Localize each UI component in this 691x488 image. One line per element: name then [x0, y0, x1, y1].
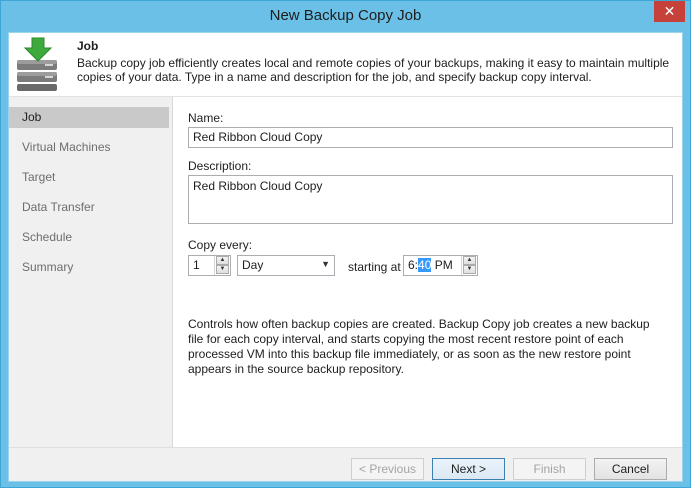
- wizard-footer: < Previous Next > Finish Cancel: [9, 447, 682, 481]
- nav-item-virtual-machines[interactable]: Virtual Machines: [9, 137, 169, 158]
- name-field[interactable]: Red Ribbon Cloud Copy: [188, 127, 673, 148]
- close-icon: ✕: [663, 3, 676, 19]
- header-description: Backup copy job efficiently creates loca…: [77, 56, 670, 84]
- interval-up-button[interactable]: ▲: [216, 256, 229, 265]
- previous-button[interactable]: < Previous: [351, 458, 424, 480]
- time-spinner: ▲ ▼: [461, 256, 477, 275]
- window-title: New Backup Copy Job: [269, 7, 422, 24]
- description-field[interactable]: Red Ribbon Cloud Copy: [188, 175, 673, 224]
- interval-down-button[interactable]: ▼: [216, 265, 229, 274]
- header-title: Job: [77, 39, 99, 53]
- time-hour: 6:: [408, 258, 419, 272]
- nav-item-data-transfer[interactable]: Data Transfer: [9, 197, 169, 218]
- finish-button[interactable]: Finish: [513, 458, 586, 480]
- copy-every-label: Copy every:: [188, 238, 253, 252]
- chevron-down-icon: ▼: [321, 259, 330, 269]
- interval-value: 1: [193, 258, 200, 272]
- close-button[interactable]: ✕: [654, 1, 685, 22]
- wizard-client-area: Job Backup copy job efficiently creates …: [8, 32, 683, 482]
- wizard-steps-nav: Job Virtual Machines Target Data Transfe…: [9, 97, 172, 447]
- time-down-button[interactable]: ▼: [463, 265, 476, 274]
- name-label: Name:: [188, 111, 224, 125]
- next-button[interactable]: Next >: [432, 458, 505, 480]
- interval-unit-value: Day: [242, 258, 264, 272]
- nav-item-summary[interactable]: Summary: [9, 257, 169, 278]
- server-download-icon: [17, 37, 57, 91]
- copy-interval-help-text: Controls how often backup copies are cre…: [188, 317, 650, 376]
- time-ampm: PM: [431, 258, 453, 272]
- time-up-button[interactable]: ▲: [463, 256, 476, 265]
- nav-item-target[interactable]: Target: [9, 167, 169, 188]
- title-bar[interactable]: New Backup Copy Job ✕: [1, 1, 690, 31]
- nav-item-job[interactable]: Job: [9, 107, 169, 128]
- interval-stepper[interactable]: 1 ▲ ▼: [188, 255, 231, 276]
- cancel-button[interactable]: Cancel: [594, 458, 667, 480]
- wizard-header: Job Backup copy job efficiently creates …: [9, 33, 682, 97]
- nav-item-schedule[interactable]: Schedule: [9, 227, 169, 248]
- description-label: Description:: [188, 159, 252, 173]
- start-time-picker[interactable]: 6:40 PM ▲ ▼: [403, 255, 478, 276]
- starting-at-label: starting at: [348, 260, 401, 274]
- time-minute-selected: 40: [418, 258, 432, 272]
- wizard-window: New Backup Copy Job ✕ Job Backup copy jo…: [0, 0, 691, 488]
- job-settings-panel: Name: Red Ribbon Cloud Copy Description:…: [172, 97, 682, 447]
- interval-spinner: ▲ ▼: [214, 256, 230, 275]
- interval-unit-select[interactable]: Day ▼: [237, 255, 335, 276]
